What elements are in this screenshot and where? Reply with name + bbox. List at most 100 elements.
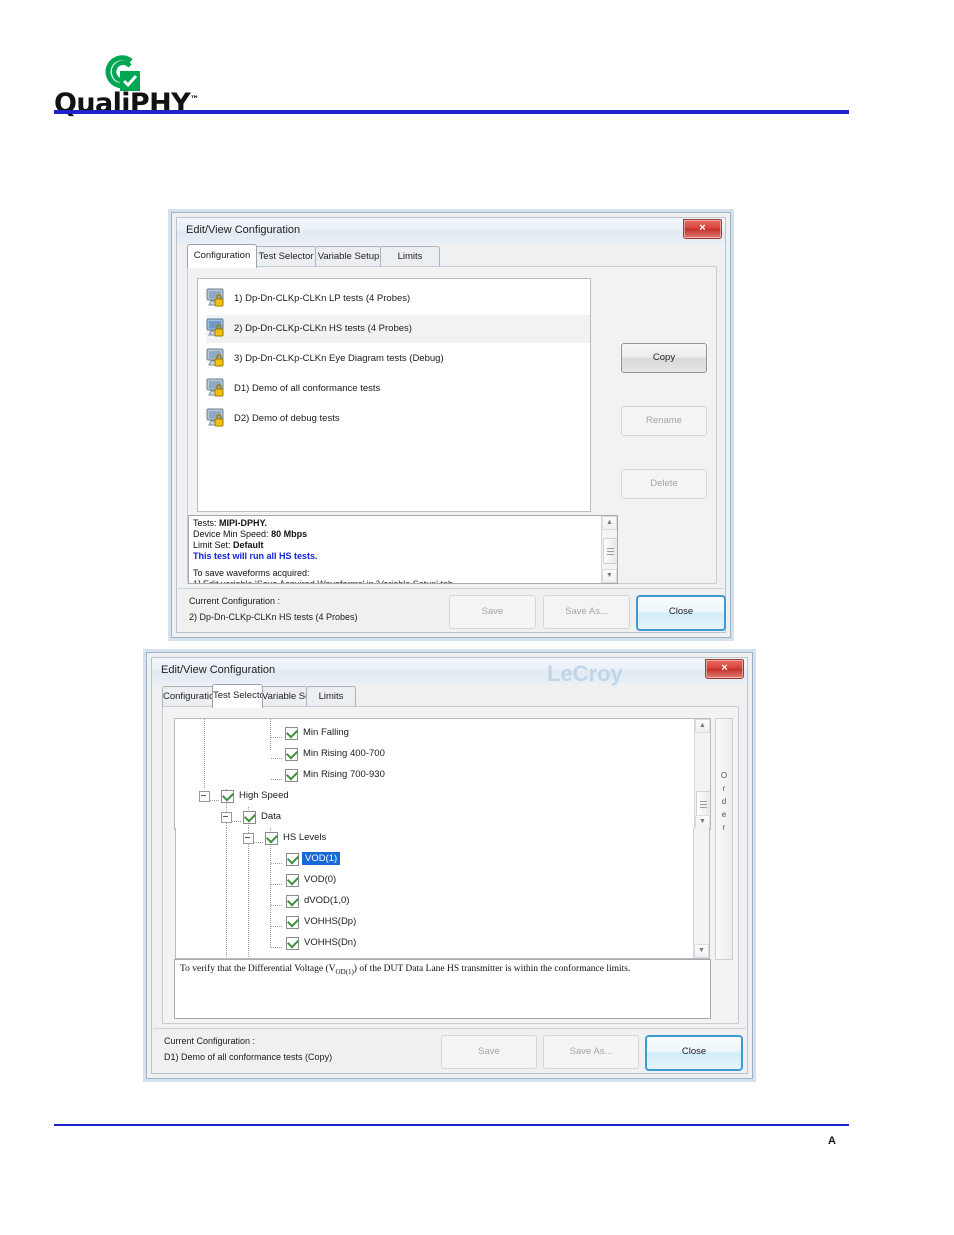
dialog1-inner-frame: Edit/View Configuration × Configuration … bbox=[176, 217, 726, 633]
scroll-thumb[interactable] bbox=[603, 538, 617, 564]
list-item-label: D1) Demo of all conformance tests bbox=[234, 383, 381, 394]
collapse-icon[interactable] bbox=[221, 812, 232, 823]
tree-checkbox[interactable] bbox=[285, 769, 298, 782]
dialog2-titlebar[interactable]: LeCroy Edit/View Configuration × bbox=[152, 658, 747, 686]
locked-computer-icon bbox=[206, 288, 228, 309]
list-item[interactable]: 1) Dp-Dn-CLKp-CLKn LP tests (4 Probes) bbox=[206, 285, 590, 313]
page-number: A bbox=[828, 1135, 836, 1147]
tree-item-label: VOD(0) bbox=[304, 874, 337, 885]
rename-button[interactable]: Rename bbox=[621, 406, 707, 436]
save-as-button[interactable]: Save As... bbox=[543, 1035, 639, 1069]
description-subscript: OD(1) bbox=[335, 967, 354, 976]
list-item-label: D2) Demo of debug tests bbox=[234, 413, 340, 424]
test-selector-tree-lower[interactable]: HS Levels VOD(1) VOD(0) dVOD(1,0) VOHHS( bbox=[175, 828, 710, 959]
tree-checkbox[interactable] bbox=[243, 811, 256, 824]
tab-test-selector[interactable]: Test Selector bbox=[255, 246, 317, 267]
edit-view-configuration-dialog-2[interactable]: LeCroy Edit/View Configuration × Configu… bbox=[146, 652, 753, 1079]
scroll-down-arrow[interactable]: ▼ bbox=[694, 944, 709, 958]
tree-checkbox[interactable] bbox=[286, 874, 299, 887]
configuration-list[interactable]: 1) Dp-Dn-CLKp-CLKn LP tests (4 Probes) 2… bbox=[197, 278, 591, 512]
list-item-label: 1) Dp-Dn-CLKp-CLKn LP tests (4 Probes) bbox=[234, 293, 411, 304]
scroll-down-arrow[interactable]: ▼ bbox=[695, 815, 710, 829]
page-header: QualiPHY™ bbox=[0, 0, 954, 130]
scroll-up-arrow[interactable]: ▲ bbox=[695, 719, 710, 733]
dialog1-tabstrip: Configuration Test Selector Variable Set… bbox=[187, 244, 707, 268]
info-scrollbar[interactable]: ▲ ▼ bbox=[601, 516, 617, 583]
locked-computer-icon bbox=[206, 408, 228, 429]
list-item[interactable]: D1) Demo of all conformance tests bbox=[206, 375, 590, 403]
scroll-down-arrow[interactable]: ▼ bbox=[602, 569, 617, 583]
collapse-icon[interactable] bbox=[199, 791, 210, 802]
tree-connector bbox=[271, 884, 283, 885]
dialog2-current-config-value: D1) Demo of all conformance tests (Copy) bbox=[164, 1052, 333, 1062]
tree-guide-line bbox=[270, 719, 271, 751]
tab-variable-setup[interactable]: Variable Setup bbox=[315, 246, 382, 267]
tree-scrollbar-lower[interactable]: ▼ bbox=[693, 828, 709, 958]
tab-configuration[interactable]: Configuration bbox=[187, 244, 257, 268]
tree-checkbox[interactable] bbox=[286, 937, 299, 950]
order-letter-d: d bbox=[721, 797, 727, 806]
tree-checkbox[interactable] bbox=[285, 727, 298, 740]
close-icon[interactable]: × bbox=[705, 659, 744, 679]
close-button[interactable]: Close bbox=[645, 1035, 743, 1071]
tree-item-label: Min Rising 400-700 bbox=[303, 748, 385, 759]
tree-checkbox[interactable] bbox=[286, 853, 299, 866]
copy-button[interactable]: Copy bbox=[621, 343, 707, 373]
description-prefix: To verify that the Differential Voltage … bbox=[180, 964, 336, 974]
tree-guide-line bbox=[270, 828, 271, 948]
tree-checkbox[interactable] bbox=[221, 790, 234, 803]
edit-view-configuration-dialog-1[interactable]: Edit/View Configuration × Configuration … bbox=[171, 212, 731, 638]
test-description-box: To verify that the Differential Voltage … bbox=[174, 959, 711, 1019]
dialog1-current-config-label: Current Configuration : bbox=[189, 596, 281, 606]
close-icon[interactable]: × bbox=[683, 219, 722, 239]
tree-connector bbox=[271, 947, 283, 948]
tree-checkbox[interactable] bbox=[265, 832, 278, 845]
order-column[interactable]: O r d e r bbox=[715, 718, 733, 960]
dialog2-footer-divider bbox=[153, 1028, 746, 1029]
tree-checkbox[interactable] bbox=[285, 748, 298, 761]
tree-scrollbar[interactable]: ▲ ▼ bbox=[694, 719, 710, 829]
tree-item-label: Data bbox=[261, 811, 282, 822]
info-line-3-key: Limit Set: bbox=[193, 540, 231, 550]
tree-item-label: VOHHS(Dp) bbox=[304, 916, 357, 927]
list-item[interactable]: 2) Dp-Dn-CLKp-CLKn HS tests (4 Probes) bbox=[206, 315, 591, 343]
close-button[interactable]: Close bbox=[636, 595, 726, 631]
collapse-icon[interactable] bbox=[243, 833, 254, 844]
tab-limits[interactable]: Limits bbox=[380, 246, 440, 267]
list-item[interactable]: 3) Dp-Dn-CLKp-CLKn Eye Diagram tests (De… bbox=[206, 345, 590, 373]
tab-limits[interactable]: Limits bbox=[306, 686, 356, 707]
tab-test-selector[interactable]: Test Selector bbox=[212, 684, 263, 708]
tree-item-label: VOHHS(Dn) bbox=[304, 937, 357, 948]
delete-button[interactable]: Delete bbox=[621, 469, 707, 499]
tree-checkbox[interactable] bbox=[286, 895, 299, 908]
tree-item-label: High Speed bbox=[239, 790, 289, 801]
description-suffix: ) of the DUT Data Lane HS transmitter is… bbox=[353, 964, 631, 974]
info-line-2: Device Min Speed: 80 Mbps bbox=[193, 529, 307, 540]
tab-variable-setup[interactable]: Variable Setup bbox=[261, 686, 308, 707]
info-line-3-value: Default bbox=[233, 540, 264, 550]
dialog1-titlebar[interactable]: Edit/View Configuration × bbox=[177, 218, 725, 244]
order-letter-o: O bbox=[720, 771, 728, 780]
dialog1-footer-divider bbox=[178, 588, 724, 589]
tree-connector bbox=[210, 800, 220, 801]
info-line-1-value: MIPI-DPHY. bbox=[219, 518, 268, 528]
configuration-info-box: Tests: MIPI-DPHY. Device Min Speed: 80 M… bbox=[188, 515, 618, 584]
save-as-button[interactable]: Save As... bbox=[543, 595, 630, 629]
scroll-up-arrow[interactable]: ▲ bbox=[602, 516, 617, 530]
scroll-thumb[interactable] bbox=[696, 791, 710, 817]
list-item[interactable]: D2) Demo of debug tests bbox=[206, 405, 590, 433]
tree-checkbox[interactable] bbox=[286, 916, 299, 929]
test-selector-tree[interactable]: Min Falling Min Rising 400-700 Min Risin… bbox=[174, 718, 711, 830]
logo-trademark: ™ bbox=[190, 95, 199, 105]
tab-configuration[interactable]: Configuration bbox=[162, 686, 216, 707]
tree-connector bbox=[254, 842, 264, 843]
save-button[interactable]: Save bbox=[441, 1035, 537, 1069]
tree-connector bbox=[271, 779, 283, 780]
tree-guide-line bbox=[204, 719, 205, 789]
test-description-text: To verify that the Differential Voltage … bbox=[180, 964, 630, 976]
tree-connector bbox=[232, 821, 242, 822]
qualiphy-logo: QualiPHY™ bbox=[54, 52, 234, 119]
order-letter-r2: r bbox=[722, 823, 726, 832]
save-button[interactable]: Save bbox=[449, 595, 536, 629]
footer-divider bbox=[54, 1124, 849, 1126]
